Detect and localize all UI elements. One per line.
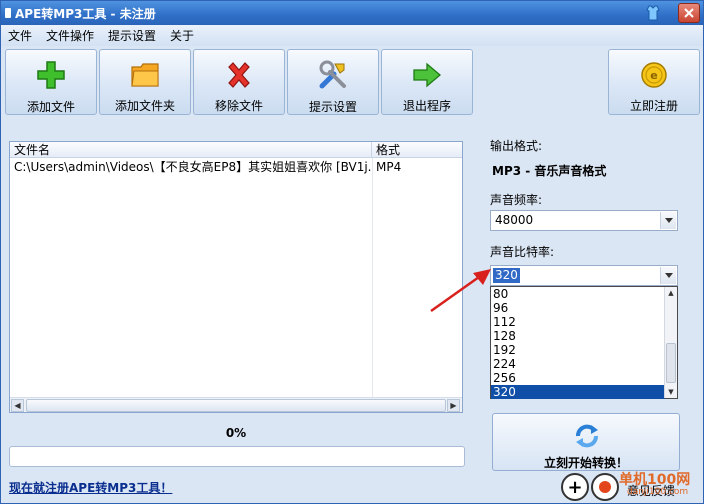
menu-about[interactable]: 关于 xyxy=(163,27,201,44)
tools-icon xyxy=(317,60,349,90)
file-format-cell: MP4 xyxy=(376,160,402,174)
dropdown-scroll-thumb[interactable] xyxy=(666,343,676,383)
bitrate-option[interactable]: 256 xyxy=(491,371,665,385)
menu-prompt-settings[interactable]: 提示设置 xyxy=(101,27,163,44)
bitrate-option[interactable]: 192 xyxy=(491,343,665,357)
watermark-url: danji100.com xyxy=(627,487,689,497)
register-label: 立即注册 xyxy=(629,99,678,113)
window-title: APE转MP3工具 - 未注册 xyxy=(15,6,156,21)
add-icon xyxy=(35,60,67,90)
scroll-left-arrow-icon[interactable]: ◀ xyxy=(11,399,24,412)
add-folder-button[interactable]: 添加文件夹 xyxy=(99,49,191,115)
add-file-button[interactable]: 添加文件 xyxy=(5,49,97,115)
bitrate-option[interactable]: 112 xyxy=(491,315,665,329)
svg-text:e: e xyxy=(650,69,657,82)
settings-label: 提示设置 xyxy=(308,100,357,114)
bitrate-dropdown-list[interactable]: 80 96 112 128 192 224 256 320 ▲ ▼ xyxy=(490,286,678,399)
start-convert-button[interactable]: 立刻开始转换！ xyxy=(492,413,680,471)
scroll-down-arrow-icon[interactable]: ▼ xyxy=(665,386,677,398)
app-window: APE转MP3工具 - 未注册 文件 文件操作 提示设置 关于 添加文件 添加文… xyxy=(0,0,704,504)
toolbar: 添加文件 添加文件夹 移除文件 提示设置 退出程序 e 立即注册 xyxy=(1,46,703,119)
exit-button[interactable]: 退出程序 xyxy=(381,49,473,115)
remove-file-label: 移除文件 xyxy=(214,99,263,113)
column-divider xyxy=(372,158,373,398)
chevron-down-icon[interactable] xyxy=(660,212,676,229)
settings-button[interactable]: 提示设置 xyxy=(287,49,379,115)
scroll-up-arrow-icon[interactable]: ▲ xyxy=(665,287,677,299)
frequency-value: 48000 xyxy=(495,213,534,227)
annotation-arrow-icon xyxy=(430,269,491,313)
convert-refresh-icon xyxy=(573,422,601,453)
remove-file-button[interactable]: 移除文件 xyxy=(193,49,285,115)
frequency-select[interactable]: 48000 xyxy=(490,210,678,231)
bitrate-option-selected[interactable]: 320 xyxy=(491,385,665,399)
bitrate-value: 320 xyxy=(493,268,520,283)
output-format-label: 输出格式: xyxy=(490,139,543,153)
close-button[interactable] xyxy=(678,3,700,23)
file-path-cell: C:\Users\admin\Videos\【不良女高EP8】其实姐姐喜欢你 [… xyxy=(14,160,372,174)
column-filename[interactable]: 文件名 xyxy=(10,142,372,158)
close-icon xyxy=(684,8,694,18)
menu-file[interactable]: 文件 xyxy=(1,27,39,44)
shirt-icon xyxy=(646,5,660,21)
arrow-right-icon xyxy=(411,60,443,89)
register-button[interactable]: e 立即注册 xyxy=(608,49,700,115)
add-folder-label: 添加文件夹 xyxy=(114,99,175,113)
bitrate-option[interactable]: 96 xyxy=(491,301,665,315)
delete-x-icon xyxy=(223,60,255,89)
progress-bar xyxy=(9,446,465,467)
dropdown-scrollbar[interactable]: ▲ ▼ xyxy=(664,287,677,398)
column-format[interactable]: 格式 xyxy=(372,142,462,158)
register-now-link[interactable]: 现在就注册APE转MP3工具！ xyxy=(9,479,172,496)
scroll-thumb[interactable] xyxy=(26,399,446,412)
app-icon xyxy=(5,8,11,18)
exit-label: 退出程序 xyxy=(402,99,451,113)
watermark-text: 单机100网 xyxy=(619,472,691,488)
menu-file-operations[interactable]: 文件操作 xyxy=(39,27,101,44)
title-bar: APE转MP3工具 - 未注册 xyxy=(1,1,703,25)
plus-icon[interactable]: + xyxy=(561,473,589,501)
output-format-value: MP3 - 音乐声音格式 xyxy=(492,164,607,178)
horizontal-scrollbar[interactable]: ◀ ▶ xyxy=(10,397,462,412)
skin-button[interactable] xyxy=(642,3,664,23)
bitrate-label: 声音比特率: xyxy=(490,245,555,259)
chevron-down-icon[interactable] xyxy=(660,267,676,284)
file-list-header: 文件名 格式 xyxy=(10,142,462,158)
add-file-label: 添加文件 xyxy=(26,100,75,114)
bitrate-option[interactable]: 80 xyxy=(491,287,665,301)
bitrate-select[interactable]: 320 xyxy=(490,265,678,286)
folder-icon xyxy=(129,60,161,89)
record-icon[interactable] xyxy=(591,473,619,501)
progress-percent: 0% xyxy=(225,426,247,440)
bitrate-option[interactable]: 128 xyxy=(491,329,665,343)
bitrate-option[interactable]: 224 xyxy=(491,357,665,371)
coin-icon: e xyxy=(638,60,670,89)
file-list[interactable]: 文件名 格式 C:\Users\admin\Videos\【不良女高EP8】其实… xyxy=(9,141,463,413)
table-row[interactable]: C:\Users\admin\Videos\【不良女高EP8】其实姐姐喜欢你 [… xyxy=(10,159,462,176)
menu-bar: 文件 文件操作 提示设置 关于 xyxy=(1,25,703,46)
frequency-label: 声音频率: xyxy=(490,193,543,207)
scroll-right-arrow-icon[interactable]: ▶ xyxy=(447,399,460,412)
